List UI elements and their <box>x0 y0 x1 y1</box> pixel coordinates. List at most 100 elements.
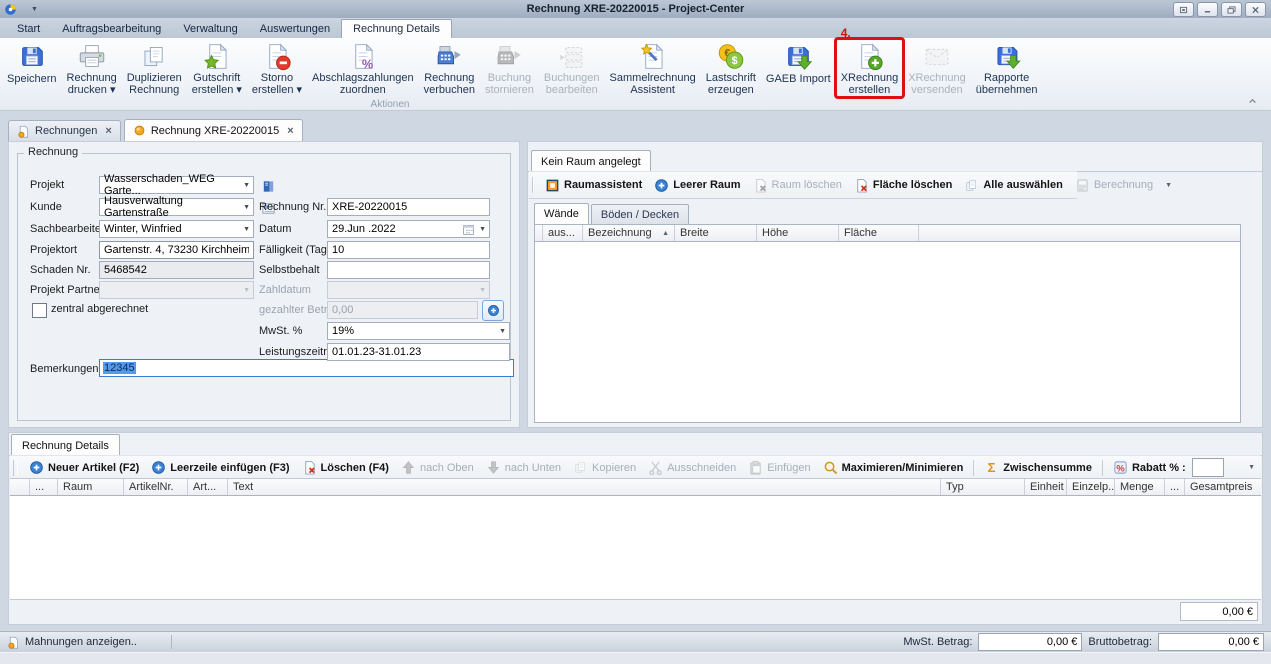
column-header-bezeichnung[interactable]: Bezeichnung ▲ <box>583 225 675 241</box>
column-header-flaeche[interactable]: Fläche <box>839 225 919 241</box>
rechnung-verbuchen-button[interactable]: Rechnung verbuchen <box>419 39 480 97</box>
storno-erstellen-button[interactable]: Storno erstellen ▾ <box>247 39 307 97</box>
rechnung-nr-input[interactable] <box>328 199 489 215</box>
column-header-gesamtpreis[interactable]: Gesamtpreis <box>1185 479 1261 495</box>
dropdown-caret-icon[interactable]: ▼ <box>499 328 506 335</box>
dropdown-caret-icon[interactable]: ▼ <box>243 182 250 189</box>
printer-icon <box>77 42 107 71</box>
column-header-breite[interactable]: Breite <box>675 225 757 241</box>
dropdown-caret-icon[interactable]: ▼ <box>243 204 250 211</box>
mahnungen-anzeigen-link[interactable]: Mahnungen anzeigen.. <box>7 636 137 649</box>
room-status-tab[interactable]: Kein Raum angelegt <box>531 150 651 172</box>
column-header-menge[interactable]: Menge <box>1115 479 1165 495</box>
sammelrechnung-assistent-button[interactable]: Sammelrechnung Assistent <box>605 39 701 97</box>
room-table-body[interactable] <box>534 242 1241 423</box>
toolbar-grip[interactable] <box>13 460 18 476</box>
column-header-text[interactable]: Text <box>228 479 941 495</box>
column-header-typ[interactable]: Typ <box>941 479 1025 495</box>
restore-button[interactable] <box>1221 2 1242 17</box>
speichern-button[interactable]: Speichern <box>2 39 62 97</box>
doc-tab-rechnung-xre[interactable]: Rechnung XRE-20220015 × <box>124 119 303 141</box>
schaden-nr-input[interactable] <box>100 262 253 278</box>
gaeb-import-button[interactable]: GAEB Import <box>761 39 836 97</box>
projektort-input[interactable] <box>100 242 253 258</box>
rabatt-input[interactable] <box>1192 458 1224 477</box>
datum-field[interactable]: 29.Jun .2022 ▼ <box>327 220 490 238</box>
raumassistent-button[interactable]: Raumassistent <box>539 176 648 195</box>
details-table-body[interactable] <box>10 496 1261 600</box>
column-header-artikelnr[interactable]: ArtikelNr. <box>124 479 188 495</box>
toolbar-grip[interactable] <box>532 177 534 193</box>
cash-register-icon <box>434 42 464 71</box>
projekt-book-button[interactable] <box>258 176 278 196</box>
doc-tab-rechnungen[interactable]: Rechnungen × <box>8 120 121 141</box>
invoice-form-panel: Rechnung Projekt Wasserschaden_WEG Garte… <box>8 141 520 428</box>
schaden-nr-field[interactable] <box>99 261 254 279</box>
rechnung-nr-field[interactable] <box>327 198 490 216</box>
rechnung-drucken-button[interactable]: Rechnung drucken ▾ <box>62 39 122 97</box>
tab-verwaltung[interactable]: Verwaltung <box>172 20 248 38</box>
collapse-ribbon-icon[interactable] <box>1246 94 1259 107</box>
leerzeile-einfuegen-button[interactable]: Leerzeile einfügen (F3) <box>145 458 295 477</box>
selbstbehalt-input[interactable] <box>328 262 489 278</box>
column-header-art[interactable]: Art... <box>188 479 228 495</box>
alle-auswaehlen-button[interactable]: Alle auswählen <box>958 176 1068 195</box>
bemerkungen-field[interactable]: 12345 <box>99 359 514 377</box>
flaeche-loeschen-button[interactable]: Fläche löschen <box>848 176 958 195</box>
toolbar-overflow-caret-icon[interactable]: ▼ <box>1165 182 1172 189</box>
tab-boeden-decken[interactable]: Böden / Decken <box>591 204 689 224</box>
toolbar-overflow-caret-icon[interactable]: ▼ <box>1248 464 1255 471</box>
close-tab-icon[interactable]: × <box>287 125 293 137</box>
tab-rechnung-details[interactable]: Rechnung Details <box>341 19 452 38</box>
column-header-aus[interactable]: aus... <box>543 225 583 241</box>
loeschen-button[interactable]: Löschen (F4) <box>296 458 395 477</box>
xrechnung-erstellen-button[interactable]: XRechnung erstellen <box>836 39 904 97</box>
dropdown-caret-icon[interactable]: ▼ <box>479 226 486 233</box>
lastschrift-erzeugen-button[interactable]: Lastschrift erzeugen <box>701 39 761 97</box>
column-header-einzelp[interactable]: Einzelp... <box>1067 479 1115 495</box>
neuer-artikel-button[interactable]: Neuer Artikel (F2) <box>23 458 145 477</box>
leerer-raum-button[interactable]: Leerer Raum <box>648 176 746 195</box>
column-header-dots1[interactable]: ... <box>30 479 58 495</box>
close-button[interactable] <box>1245 2 1266 17</box>
kunde-combo[interactable]: Hausverwaltung Gartenstraße ▼ <box>99 198 254 216</box>
tab-waende[interactable]: Wände <box>534 203 589 224</box>
mwst-combo[interactable]: 19% ▼ <box>327 322 510 340</box>
selected-text: 12345 <box>103 362 136 374</box>
zwischensumme-button[interactable]: Zwischensumme <box>978 458 1098 477</box>
leistungszeitraum-field[interactable] <box>327 343 510 361</box>
projekt-combo[interactable]: Wasserschaden_WEG Garte... ▼ <box>99 176 254 194</box>
dropdown-caret-icon[interactable]: ▼ <box>243 226 250 233</box>
toolbar-separator <box>973 460 974 476</box>
faelligkeit-field[interactable] <box>327 241 490 259</box>
buchungen-bearbeiten-button: Buchungen bearbeiten <box>539 39 605 97</box>
calendar-icon[interactable] <box>462 223 475 236</box>
gutschrift-erstellen-button[interactable]: Gutschrift erstellen ▾ <box>187 39 247 97</box>
tab-start[interactable]: Start <box>6 20 51 38</box>
floppy-arrow-icon <box>992 42 1022 71</box>
projektort-field[interactable] <box>99 241 254 259</box>
column-header-einheit[interactable]: Einheit <box>1025 479 1067 495</box>
duplizieren-rechnung-button[interactable]: Duplizieren Rechnung <box>122 39 187 97</box>
rechnung-details-tab[interactable]: Rechnung Details <box>11 434 120 456</box>
fullscreen-button[interactable] <box>1173 2 1194 17</box>
minimize-button[interactable] <box>1197 2 1218 17</box>
faelligkeit-input[interactable] <box>328 242 489 258</box>
document-icon <box>133 124 146 137</box>
close-tab-icon[interactable]: × <box>105 125 111 137</box>
sachbearbeiter-combo[interactable]: Winter, Winfried ▼ <box>99 220 254 238</box>
selbstbehalt-field[interactable] <box>327 261 490 279</box>
zentral-abgerechnet-checkbox[interactable] <box>32 303 47 318</box>
abschlagszahlungen-zuordnen-button[interactable]: Abschlagszahlungen zuordnen <box>307 39 419 97</box>
column-header-hoehe[interactable]: Höhe <box>757 225 839 241</box>
rapporte-uebernehmen-button[interactable]: Rapporte übernehmen <box>971 39 1043 97</box>
column-header-raum[interactable]: Raum <box>58 479 124 495</box>
tab-auswertungen[interactable]: Auswertungen <box>249 20 341 38</box>
add-payment-button[interactable] <box>482 300 504 321</box>
column-header-dots2[interactable]: ... <box>1165 479 1185 495</box>
projekt-partner-combo: ▼ <box>99 281 254 299</box>
maximieren-minimieren-button[interactable]: Maximieren/Minimieren <box>817 458 970 477</box>
tab-auftragsbearbeitung[interactable]: Auftragsbearbeitung <box>51 20 172 38</box>
leistungszeitraum-input[interactable] <box>328 344 509 360</box>
rows-icon <box>557 42 587 71</box>
